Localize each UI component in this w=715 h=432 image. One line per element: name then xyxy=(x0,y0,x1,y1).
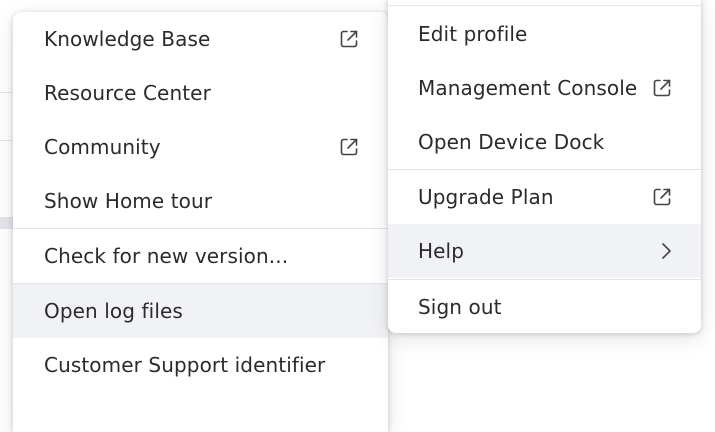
menu-item-label: Upgrade Plan xyxy=(418,185,554,209)
menu-item-open-log-files[interactable]: Open log files xyxy=(13,284,388,338)
menu-item-label: Community xyxy=(44,135,161,159)
external-link-icon xyxy=(651,77,673,99)
menu-item-show-home-tour[interactable]: Show Home tour xyxy=(13,174,388,228)
external-link-icon xyxy=(338,28,360,50)
menu-item-label: Customer Support identifier xyxy=(44,353,326,377)
menu-item-label: Edit profile xyxy=(418,22,528,46)
account-menu: Edit profile Management Console Open Dev… xyxy=(388,0,701,333)
menu-item-label: Management Console xyxy=(418,76,638,100)
background-divider xyxy=(0,92,14,93)
background-divider xyxy=(0,140,14,141)
menu-item-knowledge-base[interactable]: Knowledge Base xyxy=(13,12,388,66)
menu-item-open-device-dock[interactable]: Open Device Dock xyxy=(388,115,701,169)
menu-divider xyxy=(388,5,701,6)
chevron-right-icon xyxy=(659,241,673,261)
menu-item-label: Help xyxy=(418,239,464,263)
external-link-icon xyxy=(651,186,673,208)
background-highlight xyxy=(0,217,14,229)
menu-item-community[interactable]: Community xyxy=(13,120,388,174)
menu-item-check-for-new-version[interactable]: Check for new version... xyxy=(13,229,388,283)
menu-item-management-console[interactable]: Management Console xyxy=(388,61,701,115)
menu-item-resource-center[interactable]: Resource Center xyxy=(13,66,388,120)
menu-item-label: Open Device Dock xyxy=(418,130,605,154)
menu-item-label: Check for new version... xyxy=(44,244,289,268)
menu-item-sign-out[interactable]: Sign out xyxy=(388,280,701,333)
menu-item-label: Open log files xyxy=(44,299,183,323)
menu-item-customer-support-identifier[interactable]: Customer Support identifier xyxy=(13,338,388,392)
help-submenu: Knowledge Base Resource Center Community… xyxy=(13,12,388,432)
menu-item-label: Show Home tour xyxy=(44,189,213,213)
menu-item-edit-profile[interactable]: Edit profile xyxy=(388,7,701,61)
menu-item-upgrade-plan[interactable]: Upgrade Plan xyxy=(388,170,701,224)
menu-item-label: Knowledge Base xyxy=(44,27,211,51)
menu-item-label: Sign out xyxy=(418,295,502,319)
menu-item-label: Resource Center xyxy=(44,81,211,105)
external-link-icon xyxy=(338,136,360,158)
menu-item-help[interactable]: Help xyxy=(388,224,701,278)
